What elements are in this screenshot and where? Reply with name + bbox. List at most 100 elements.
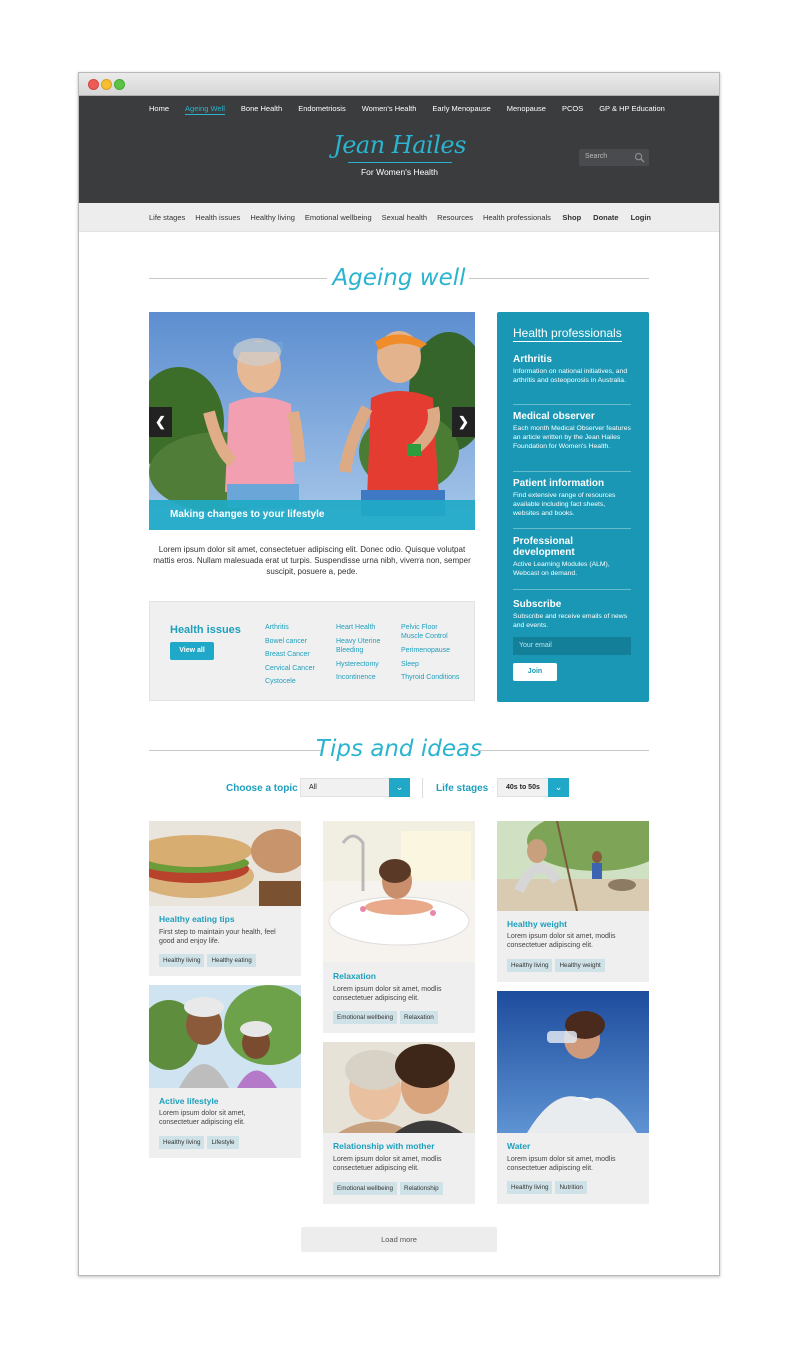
- tag[interactable]: Emotional wellbeing: [333, 1182, 398, 1195]
- card-title[interactable]: Active lifestyle: [159, 1096, 219, 1106]
- subnav-sexual-health[interactable]: Sexual health: [382, 213, 427, 222]
- issue-link[interactable]: Hysterectomy: [336, 658, 388, 672]
- top-nav-menopause[interactable]: Menopause: [507, 104, 546, 115]
- top-nav-pcos[interactable]: PCOS: [562, 104, 583, 115]
- top-nav-early-menopause[interactable]: Early Menopause: [432, 104, 490, 115]
- card-title[interactable]: Water: [507, 1141, 530, 1151]
- card-title[interactable]: Relaxation: [333, 971, 376, 981]
- drinking-water-photo: [497, 991, 649, 1133]
- shop-link[interactable]: Shop: [562, 213, 581, 222]
- sidebar-item-medical-observer[interactable]: Medical observer Each month Medical Obse…: [513, 411, 633, 451]
- top-nav-ageing-well[interactable]: Ageing Well: [185, 104, 225, 115]
- search-box[interactable]: Search: [579, 149, 649, 166]
- sidebar-divider: [513, 589, 631, 590]
- health-issues-panel: Health issues View all Arthritis Bowel c…: [149, 601, 475, 701]
- tag[interactable]: Healthy eating: [207, 954, 256, 967]
- card-title[interactable]: Healthy eating tips: [159, 914, 235, 924]
- tag[interactable]: Relationship: [400, 1182, 443, 1195]
- tips-title-block: Tips and ideas: [149, 735, 649, 765]
- site-logo[interactable]: Jean Hailes For Women's Health: [332, 131, 467, 183]
- cycling-photo: [149, 985, 301, 1088]
- issue-link[interactable]: Bowel cancer: [265, 635, 315, 649]
- sidebar-item-title: Medical observer: [513, 411, 595, 422]
- subnav-life-stages[interactable]: Life stages: [149, 213, 185, 222]
- carousel-prev-button[interactable]: ❮: [149, 407, 172, 437]
- sidebar-divider: [513, 528, 631, 529]
- issue-link[interactable]: Heart Health: [336, 621, 388, 635]
- close-window-button[interactable]: [88, 79, 99, 90]
- join-button[interactable]: Join: [513, 663, 557, 681]
- tag[interactable]: Healthy weight: [555, 959, 605, 972]
- issue-link[interactable]: Breast Cancer: [265, 648, 315, 662]
- tip-card-relaxation[interactable]: Relaxation Lorem ipsum dolor sit amet, m…: [323, 821, 475, 1033]
- maximize-window-button[interactable]: [114, 79, 125, 90]
- subnav-health-issues[interactable]: Health issues: [195, 213, 240, 222]
- issue-link[interactable]: Pelvic Floor Muscle Control: [401, 623, 453, 641]
- top-nav-womens-health[interactable]: Women's Health: [362, 104, 417, 115]
- hero-carousel[interactable]: ❮ ❯ Making changes to your lifestyle: [149, 312, 475, 530]
- issue-link[interactable]: Incontinence: [336, 671, 388, 685]
- subnav-emotional-wellbeing[interactable]: Emotional wellbeing: [305, 213, 372, 222]
- hero-caption-bar[interactable]: Making changes to your lifestyle: [149, 500, 475, 530]
- issue-link[interactable]: Heavy Uterine Bleeding: [336, 637, 388, 655]
- subnav-healthy-living[interactable]: Healthy living: [250, 213, 295, 222]
- issue-link[interactable]: Arthritis: [265, 621, 315, 635]
- view-all-button[interactable]: View all: [170, 642, 214, 660]
- issue-link[interactable]: Sleep: [401, 658, 459, 672]
- page-title-block: Ageing well: [149, 263, 649, 293]
- tag[interactable]: Healthy living: [507, 1181, 553, 1194]
- card-description: Lorem ipsum dolor sit amet, modlis conse…: [507, 1156, 616, 1172]
- issues-column-1: Arthritis Bowel cancer Breast Cancer Cer…: [265, 621, 315, 689]
- tag[interactable]: Healthy living: [159, 954, 205, 967]
- subnav-resources[interactable]: Resources: [437, 213, 473, 222]
- life-stage-select[interactable]: 40s to 50s: [497, 778, 549, 797]
- chevron-down-icon: ⌄: [395, 782, 404, 792]
- card-title[interactable]: Relationship with mother: [333, 1141, 435, 1151]
- tag[interactable]: Healthy living: [507, 959, 553, 972]
- subnav-health-professionals[interactable]: Health professionals: [483, 213, 551, 222]
- life-stage-dropdown-button[interactable]: ⌄: [548, 778, 569, 797]
- hero-image: [149, 312, 475, 530]
- email-field[interactable]: Your email: [513, 637, 631, 655]
- top-nav-gp-hp-education[interactable]: GP & HP Education: [599, 104, 665, 115]
- title-rule-right: [475, 750, 649, 751]
- carousel-next-button[interactable]: ❯: [452, 407, 475, 437]
- load-more-button[interactable]: Load more: [301, 1227, 497, 1252]
- tip-card-healthy-weight[interactable]: Healthy weight Lorem ipsum dolor sit ame…: [497, 821, 649, 982]
- chevron-right-icon: ❯: [458, 414, 469, 429]
- sidebar-item-arthritis[interactable]: Arthritis Information on national initia…: [513, 354, 633, 385]
- issue-link[interactable]: Perimenopause: [401, 644, 459, 658]
- search-icon[interactable]: [634, 152, 645, 163]
- card-tags: Healthy living Nutrition: [507, 1181, 587, 1194]
- hero-caption[interactable]: Making changes to your lifestyle: [170, 509, 324, 520]
- card-description: Lorem ipsum dolor sit amet, consectetuer…: [159, 1110, 246, 1126]
- top-nav-endometriosis[interactable]: Endometriosis: [298, 104, 346, 115]
- tip-card-healthy-eating[interactable]: Healthy eating tips First step to mainta…: [149, 821, 301, 976]
- tag[interactable]: Nutrition: [555, 1181, 587, 1194]
- card-tags: Emotional wellbeing Relaxation: [333, 1011, 438, 1024]
- card-title[interactable]: Healthy weight: [507, 919, 567, 929]
- issue-link[interactable]: Thyroid Conditions: [401, 671, 459, 685]
- top-nav-home[interactable]: Home: [149, 104, 169, 115]
- donate-link[interactable]: Donate: [593, 213, 618, 222]
- tag[interactable]: Relaxation: [400, 1011, 438, 1024]
- sidebar-item-patient-information[interactable]: Patient information Find extensive range…: [513, 478, 633, 518]
- top-nav-bone-health[interactable]: Bone Health: [241, 104, 282, 115]
- sidebar-item-text: Find extensive range of resources availa…: [513, 492, 616, 517]
- tag[interactable]: Lifestyle: [207, 1136, 239, 1149]
- sidebar-item-professional-development[interactable]: Professional development Active Learning…: [513, 536, 623, 578]
- login-link[interactable]: Login: [631, 213, 651, 222]
- tag[interactable]: Healthy living: [159, 1136, 205, 1149]
- issue-link[interactable]: Cervical Cancer: [265, 662, 315, 676]
- minimize-window-button[interactable]: [101, 79, 112, 90]
- tag[interactable]: Emotional wellbeing: [333, 1011, 398, 1024]
- sidebar-item-title: Arthritis: [513, 354, 552, 365]
- logo-underline: [348, 162, 452, 163]
- sidebar-title[interactable]: Health professionals: [513, 326, 622, 342]
- tip-card-water[interactable]: Water Lorem ipsum dolor sit amet, modlis…: [497, 991, 649, 1204]
- search-input[interactable]: Search: [585, 153, 607, 160]
- topic-dropdown-button[interactable]: ⌄: [389, 778, 410, 797]
- issue-link[interactable]: Cystocele: [265, 675, 315, 689]
- tip-card-relationship-with-mother[interactable]: Relationship with mother Lorem ipsum dol…: [323, 1042, 475, 1204]
- tip-card-active-lifestyle[interactable]: Active lifestyle Lorem ipsum dolor sit a…: [149, 985, 301, 1158]
